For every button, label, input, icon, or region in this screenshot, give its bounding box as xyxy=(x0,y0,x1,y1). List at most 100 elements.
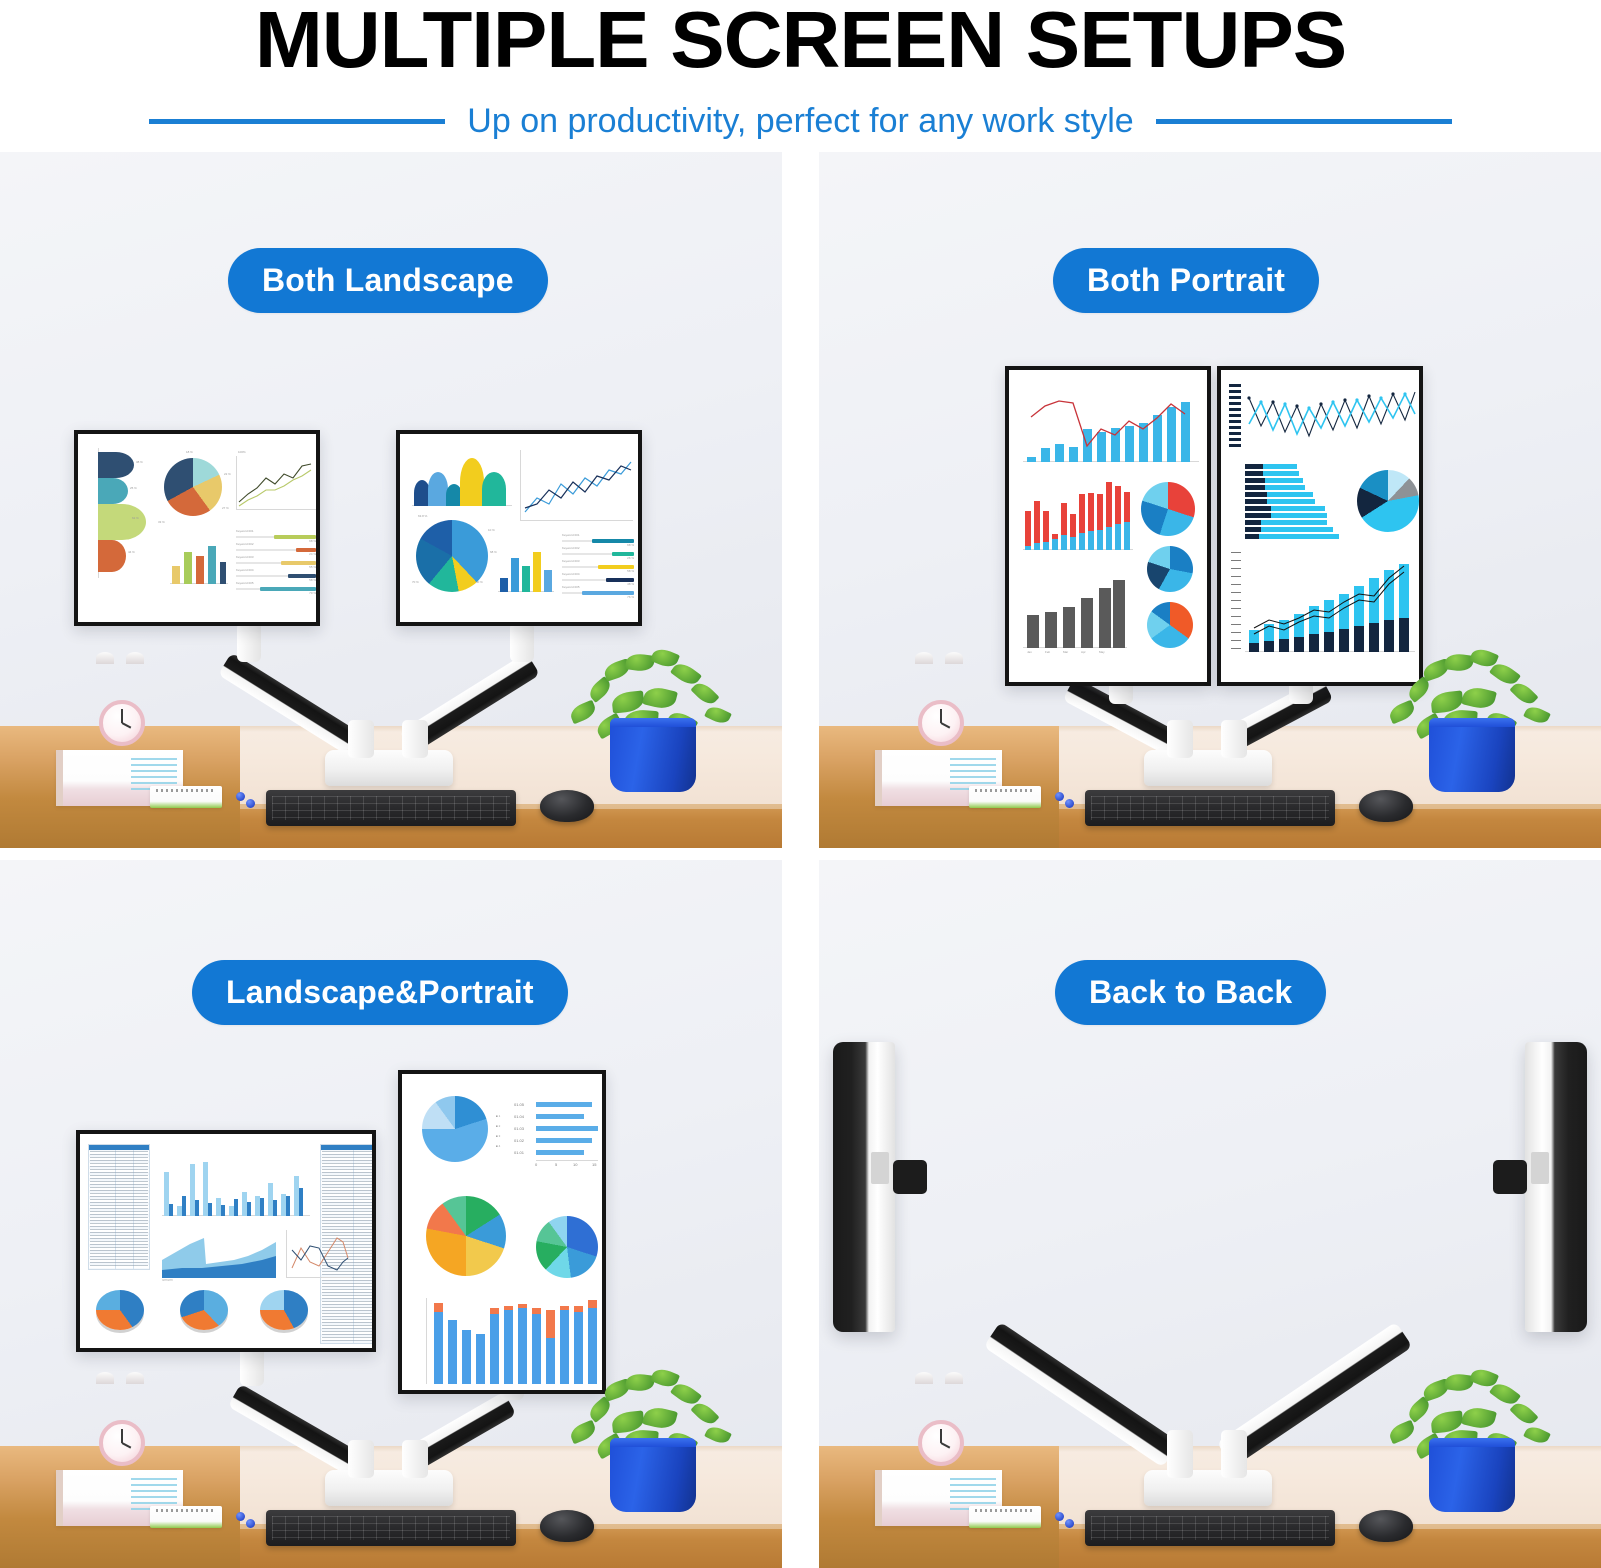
chart-pie-top xyxy=(422,1096,488,1162)
chart-line xyxy=(286,1230,352,1278)
mount-post-left xyxy=(1167,720,1193,758)
push-pin-1 xyxy=(1055,792,1064,801)
setup-panel-grid: Both Landscape 38 % 25 % 62 % 44 % 18 % … xyxy=(0,152,1601,1568)
subtitle-rule-right xyxy=(1155,118,1452,124)
subtitle-rule-left xyxy=(149,118,446,124)
mount-post-right xyxy=(402,720,428,758)
chart-combo xyxy=(1023,390,1199,462)
screen-content: Jan Feb Mar Apr May xyxy=(1009,370,1207,682)
push-pin-1 xyxy=(236,1512,245,1521)
panel-both-portrait: Both Portrait Jan Feb Mar Apr May xyxy=(819,152,1601,848)
data-table-left xyxy=(88,1144,150,1270)
badge-both-landscape[interactable]: Both Landscape xyxy=(228,248,548,313)
page-subtitle: Up on productivity, perfect for any work… xyxy=(467,102,1134,140)
mount-post-left xyxy=(348,720,374,758)
page-title: MULTIPLE SCREEN SETUPS xyxy=(254,0,1347,84)
monitor-back-right[interactable] xyxy=(1525,1042,1587,1332)
mount-base xyxy=(325,1470,453,1506)
notepad xyxy=(969,786,1041,808)
clock-bell-left xyxy=(96,1372,114,1384)
chart-pie3d-2 xyxy=(180,1290,228,1330)
vesa-joint-right xyxy=(1493,1160,1527,1194)
mount-base xyxy=(1144,750,1272,786)
badge-both-portrait[interactable]: Both Portrait xyxy=(1053,248,1320,313)
clock-bell-left xyxy=(915,652,933,664)
mouse[interactable] xyxy=(540,790,594,822)
push-pin-2 xyxy=(1065,799,1074,808)
plant-pot xyxy=(1429,1438,1515,1512)
chart-pie-mid-right xyxy=(536,1216,598,1278)
subtitle-row: Up on productivity, perfect for any work… xyxy=(0,95,1601,147)
plant-pot xyxy=(610,1438,696,1512)
chart-ridgeline xyxy=(412,450,512,506)
chart-pie xyxy=(164,458,222,516)
clock-bell-left xyxy=(915,1372,933,1384)
keyboard[interactable] xyxy=(1085,1510,1335,1546)
monitor-back-left[interactable] xyxy=(833,1042,895,1332)
mount-post-left xyxy=(1167,1430,1193,1478)
chart-area: ///////////// xyxy=(162,1230,278,1282)
mount-post-right xyxy=(1221,1430,1247,1478)
chart-line: 100% xyxy=(236,450,316,510)
mouse[interactable] xyxy=(1359,790,1413,822)
screen-content: 63.8 % 10 % 68 % 40 % 70 % Keyword 001 68… xyxy=(400,434,638,622)
monitor-landscape-right[interactable]: 63.8 % 10 % 68 % 40 % 70 % Keyword 001 68… xyxy=(396,430,642,626)
screen-content xyxy=(1221,370,1419,682)
keyboard[interactable] xyxy=(266,790,516,826)
chart-bar xyxy=(498,544,554,592)
monitor-portrait-left[interactable]: Jan Feb Mar Apr May xyxy=(1005,366,1211,686)
chart-pie3d-1 xyxy=(96,1290,144,1330)
badge-back-to-back[interactable]: Back to Back xyxy=(1055,960,1327,1025)
vesa-plate-left xyxy=(871,1152,889,1184)
monitor-portrait-right[interactable] xyxy=(1217,366,1423,686)
alarm-clock xyxy=(99,700,145,746)
monitor-landscape[interactable]: ///////////// xyxy=(76,1130,376,1352)
alarm-clock xyxy=(99,1420,145,1466)
push-pin-1 xyxy=(1055,1512,1064,1521)
push-pin-2 xyxy=(1065,1519,1074,1528)
keyboard[interactable] xyxy=(266,1510,516,1546)
vesa-head-left xyxy=(240,1346,264,1386)
chart-pie-1 xyxy=(1141,482,1195,536)
chart-bar xyxy=(170,538,228,584)
vesa-plate-right xyxy=(1531,1152,1549,1184)
panel-both-landscape: Both Landscape 38 % 25 % 62 % 44 % 18 % … xyxy=(0,152,782,848)
clock-bell-left xyxy=(96,652,114,664)
clock-bell-right xyxy=(126,1372,144,1384)
push-pin-1 xyxy=(236,792,245,801)
plant-pot xyxy=(610,718,696,792)
clock-bell-right xyxy=(945,652,963,664)
monitor-portrait[interactable]: ■ 1 ■ 2 ■ 3 ■ 4 01.05 01.04 01.03 01.02 … xyxy=(398,1070,606,1394)
alarm-clock xyxy=(918,700,964,746)
clock-bell-right xyxy=(945,1372,963,1384)
chart-pie-2 xyxy=(1147,546,1193,592)
badge-landscape-portrait[interactable]: Landscape&Portrait xyxy=(192,960,568,1025)
plant-pot xyxy=(1429,718,1515,792)
mount-post-right xyxy=(402,1440,428,1478)
notepad xyxy=(150,1506,222,1528)
keyboard[interactable] xyxy=(1085,790,1335,826)
chart-grouped-bar xyxy=(162,1150,310,1216)
chart-pie xyxy=(1357,470,1419,532)
vesa-head-right xyxy=(510,622,534,662)
chart-line xyxy=(520,450,633,521)
mount-post-left xyxy=(348,1440,374,1478)
mount-base xyxy=(1144,1470,1272,1506)
mouse[interactable] xyxy=(1359,1510,1413,1542)
chart-progress-list: Keyword 001 68 % Keyword 002 26 % Keyword … xyxy=(562,533,634,599)
notepad xyxy=(150,786,222,808)
screen-content: ///////////// xyxy=(80,1134,372,1348)
mouse[interactable] xyxy=(540,1510,594,1542)
chart-combo-bottom xyxy=(1231,552,1415,652)
chart-hbar-stacked xyxy=(1245,464,1357,544)
chart-pie3d-3 xyxy=(260,1290,308,1330)
panel-landscape-portrait: Landscape&Portrait ///////////// ■ 1 ■ 2… xyxy=(0,860,782,1568)
vesa-head-left xyxy=(237,622,261,662)
chart-line-zigzag xyxy=(1229,384,1417,450)
push-pin-2 xyxy=(246,799,255,808)
chart-ridgeline: 38 % 25 % 62 % 44 % xyxy=(86,448,148,578)
chart-pie-3 xyxy=(1147,602,1193,648)
chart-bar-gray: Jan Feb Mar Apr May xyxy=(1023,574,1127,654)
screen-content: ■ 1 ■ 2 ■ 3 ■ 4 01.05 01.04 01.03 01.02 … xyxy=(402,1074,602,1390)
monitor-landscape-left[interactable]: 38 % 25 % 62 % 44 % 18 % 22 % 27 % 33 % xyxy=(74,430,320,626)
